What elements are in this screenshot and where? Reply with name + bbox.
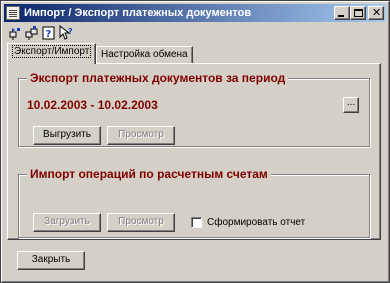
title-bar[interactable]: Импорт / Экспорт платежных документов ✕ [4,4,386,22]
close-window-button[interactable]: ✕ [368,6,384,20]
svg-text:?: ? [68,27,73,36]
tab-label: Экспорт/Импорт [12,45,92,58]
tab-label: Настройка обмена [101,49,188,60]
pin-icon[interactable] [7,25,23,41]
minimize-button[interactable] [334,6,350,20]
import-group-title: Импорт операций по расчетным счетам [27,167,271,181]
import-group: Импорт операций по расчетным счетам Загр… [18,167,370,238]
select-period-button[interactable]: ... [343,97,359,113]
minimize-icon [338,15,344,17]
export-view-button[interactable]: Просмотр [107,126,175,145]
maximize-button[interactable] [350,6,366,20]
svg-text:?: ? [46,29,52,40]
document-icon [6,6,20,20]
toolbar: ? ? [7,25,75,41]
close-icon: ✕ [372,6,382,19]
tab-panel: Экспорт платежных документов за период 1… [7,63,381,240]
unload-button[interactable]: Выгрузить [33,126,101,145]
tab-exchange-settings[interactable]: Настройка обмена [96,46,193,64]
window-controls: ✕ [334,6,384,20]
tab-export-import[interactable]: Экспорт/Импорт [7,43,97,64]
export-group: Экспорт платежных документов за период 1… [18,71,370,147]
export-group-title: Экспорт платежных документов за период [27,71,289,85]
pin-all-icon[interactable] [24,25,40,41]
import-view-button[interactable]: Просмотр [107,213,175,232]
load-button[interactable]: Загрузить [33,213,101,232]
report-checkbox[interactable] [191,217,202,228]
maximize-icon [354,9,363,17]
help-icon[interactable]: ? [41,25,57,41]
close-button[interactable]: Закрыть [17,251,85,270]
report-checkbox-label[interactable]: Сформировать отчет [207,217,305,228]
import-export-window: Импорт / Экспорт платежных документов ✕ [0,0,390,283]
context-help-icon[interactable]: ? [58,25,74,41]
export-period: 10.02.2003 - 10.02.2003 [27,98,158,112]
window-title: Импорт / Экспорт платежных документов [24,7,252,19]
